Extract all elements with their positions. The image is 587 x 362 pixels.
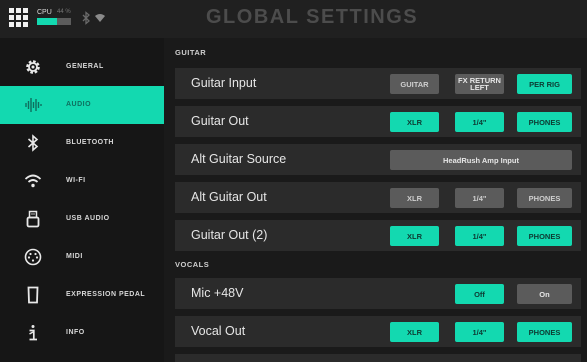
sidebar-item-label: BLUETOOTH <box>66 139 114 146</box>
expression-pedal-icon <box>27 286 39 304</box>
bluetooth-icon <box>27 134 39 152</box>
guitar-out-row: Guitar Out XLR 1/4" PHONES <box>175 106 581 137</box>
guitar-input-row: Guitar Input GUITAR FX RETURN LEFT PER R… <box>175 68 581 99</box>
sidebar-item-label: INFO <box>66 329 85 336</box>
next-row-partial <box>175 354 581 362</box>
sidebar-item-bluetooth[interactable]: BLUETOOTH <box>0 124 164 162</box>
alt-guitar-out-xlr-button[interactable]: XLR <box>390 188 439 208</box>
vocals-section-header: VOCALS <box>175 260 210 269</box>
cpu-label: CPU <box>37 9 52 16</box>
cpu-meter <box>37 18 71 25</box>
sidebar-item-midi[interactable]: MIDI <box>0 238 164 276</box>
fx-return-label-line2: LEFT <box>470 83 489 92</box>
guitar-input-label: Guitar Input <box>191 76 257 90</box>
wifi-icon <box>24 174 42 188</box>
guitar-input-per-rig-button[interactable]: PER RIG <box>517 74 572 94</box>
guitar-section-header: GUITAR <box>175 48 207 57</box>
alt-guitar-out-phones-button[interactable]: PHONES <box>517 188 572 208</box>
guitar-out-phones-button[interactable]: PHONES <box>517 112 572 132</box>
alt-guitar-source-label: Alt Guitar Source <box>191 152 287 166</box>
grid-menu-icon[interactable] <box>9 8 29 28</box>
vocal-out-quarter-inch-button[interactable]: 1/4" <box>455 322 504 342</box>
usb-icon <box>26 210 40 228</box>
guitar-out-label: Guitar Out <box>191 114 249 128</box>
guitar-out-2-label: Guitar Out (2) <box>191 228 268 242</box>
vocal-out-row: Vocal Out XLR 1/4" PHONES <box>175 316 581 347</box>
mic-48v-label: Mic +48V <box>191 286 244 300</box>
top-bar: CPU 44 % GLOBAL SETTINGS <box>0 0 587 38</box>
vocal-out-xlr-button[interactable]: XLR <box>390 322 439 342</box>
sidebar-item-label: EXPRESSION PEDAL <box>66 291 146 298</box>
guitar-out-2-phones-button[interactable]: PHONES <box>517 226 572 246</box>
sidebar-item-label: USB AUDIO <box>66 215 110 222</box>
guitar-out-2-xlr-button[interactable]: XLR <box>390 226 439 246</box>
gear-icon <box>26 60 40 74</box>
mic-48v-row: Mic +48V Off On <box>175 278 581 309</box>
bluetooth-status-icon <box>82 11 90 25</box>
alt-guitar-out-quarter-inch-button[interactable]: 1/4" <box>455 188 504 208</box>
midi-icon <box>24 248 42 266</box>
vocal-out-label: Vocal Out <box>191 324 246 338</box>
info-icon <box>29 325 37 341</box>
cpu-percent: 44 % <box>57 9 71 15</box>
page-title: GLOBAL SETTINGS <box>206 6 419 28</box>
sidebar-item-general[interactable]: GENERAL <box>0 48 164 86</box>
sidebar-item-info[interactable]: INFO <box>0 314 164 352</box>
guitar-out-2-quarter-inch-button[interactable]: 1/4" <box>455 226 504 246</box>
sidebar-item-usb-audio[interactable]: USB AUDIO <box>0 200 164 238</box>
mic-48v-off-button[interactable]: Off <box>455 284 504 304</box>
guitar-input-fx-return-left-button[interactable]: FX RETURN LEFT <box>455 74 504 94</box>
alt-guitar-out-row: Alt Guitar Out XLR 1/4" PHONES <box>175 182 581 213</box>
guitar-out-xlr-button[interactable]: XLR <box>390 112 439 132</box>
alt-guitar-source-row: Alt Guitar Source HeadRush Amp Input <box>175 144 581 175</box>
global-settings-screen: CPU 44 % GLOBAL SETTINGS GENERAL AUDIO B… <box>0 0 587 362</box>
audio-waveform-icon <box>25 98 42 112</box>
sidebar-item-audio[interactable]: AUDIO <box>0 86 164 124</box>
vocal-out-phones-button[interactable]: PHONES <box>517 322 572 342</box>
wifi-status-icon <box>95 14 105 22</box>
sidebar-item-label: GENERAL <box>66 63 104 70</box>
sidebar-item-label: WI-FI <box>66 177 86 184</box>
sidebar-item-label: AUDIO <box>66 101 92 108</box>
guitar-out-quarter-inch-button[interactable]: 1/4" <box>455 112 504 132</box>
guitar-out-2-row: Guitar Out (2) XLR 1/4" PHONES <box>175 220 581 251</box>
mic-48v-on-button[interactable]: On <box>517 284 572 304</box>
alt-guitar-source-select[interactable]: HeadRush Amp Input <box>390 150 572 170</box>
alt-guitar-out-label: Alt Guitar Out <box>191 190 267 204</box>
sidebar: GENERAL AUDIO BLUETOOTH WI-FI USB AUDIO … <box>0 38 164 362</box>
sidebar-item-label: MIDI <box>66 253 83 260</box>
sidebar-item-wifi[interactable]: WI-FI <box>0 162 164 200</box>
cpu-meter-fill <box>37 18 58 25</box>
sidebar-item-expression-pedal[interactable]: EXPRESSION PEDAL <box>0 276 164 314</box>
guitar-input-guitar-button[interactable]: GUITAR <box>390 74 439 94</box>
